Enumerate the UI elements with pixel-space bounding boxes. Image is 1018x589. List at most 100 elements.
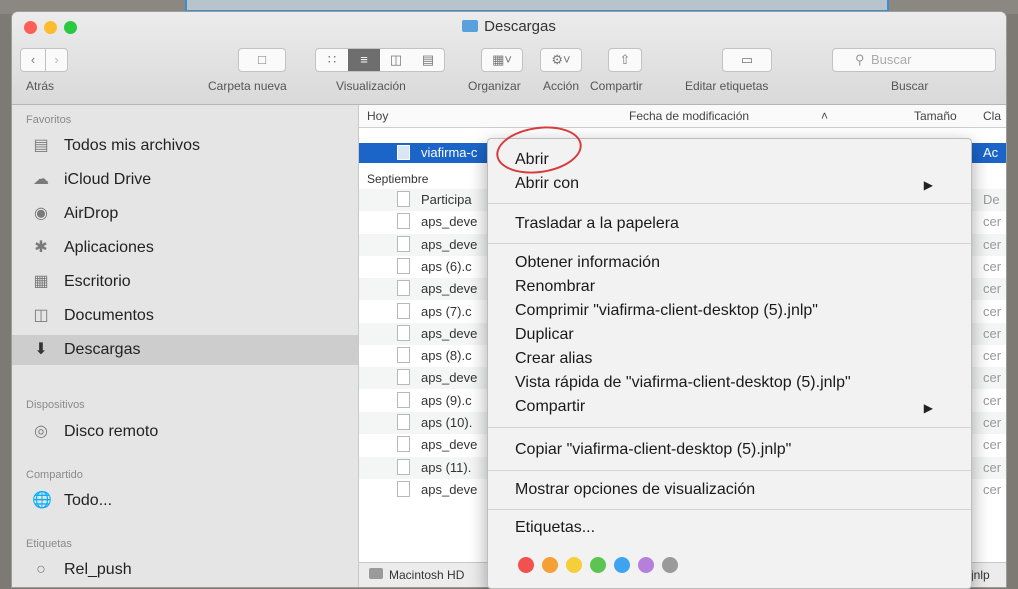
share-button[interactable]: ⇧ <box>608 48 642 72</box>
menu-separator <box>488 427 971 428</box>
arrange-button[interactable]: ▦˅ <box>481 48 523 72</box>
icon-view-button[interactable]: ∷ <box>316 49 348 71</box>
tag-color-dot[interactable] <box>638 557 654 573</box>
sidebar-item-desktop[interactable]: ▦ Escritorio <box>12 267 358 297</box>
back-button[interactable]: ‹ <box>21 49 46 71</box>
back-forward-control: ‹ › <box>20 48 68 72</box>
file-name: aps (11). <box>421 459 472 475</box>
sidebar-item-remote-disc[interactable]: ◎ Disco remoto <box>12 417 358 447</box>
jnlp-file-icon <box>397 145 410 160</box>
menu-item-tags[interactable]: Etiquetas... <box>515 519 595 537</box>
window-title: Descargas <box>12 18 1006 35</box>
tag-color-dot[interactable] <box>518 557 534 573</box>
arrange-label: Organizar <box>468 79 521 93</box>
search-label: Buscar <box>891 79 929 93</box>
applications-icon: ✱ <box>34 239 48 256</box>
action-button[interactable]: ⚙˅ <box>540 48 582 72</box>
menu-separator <box>488 243 971 244</box>
action-label: Acción <box>543 79 580 93</box>
column-name[interactable]: Hoy <box>367 109 388 123</box>
view-label: Visualización <box>336 79 406 93</box>
file-name: aps (10). <box>421 415 473 430</box>
menu-item-duplicate[interactable]: Duplicar <box>515 326 574 344</box>
sidebar-item-applications[interactable]: ✱ Aplicaciones <box>12 233 358 263</box>
menu-item-move-to-trash[interactable]: Trasladar a la papelera <box>515 215 679 233</box>
file-kind: cer <box>983 459 1002 475</box>
sidebar-item-shared-all[interactable]: 🌐 Todo... <box>12 486 358 516</box>
menu-item-quick-look[interactable]: Vista rápida de "viafirma-client-desktop… <box>515 374 851 392</box>
menu-item-view-options[interactable]: Mostrar opciones de visualización <box>515 481 755 499</box>
file-kind: cer <box>983 214 1002 230</box>
column-date[interactable]: Fecha de modificación <box>629 109 749 123</box>
new-folder-label: Carpeta nueva <box>208 79 287 93</box>
sidebar-item-all-files[interactable]: ▤ Todos mis archivos <box>12 131 358 161</box>
file-kind: cer <box>983 415 1002 430</box>
tag-icon: ▭ <box>740 52 754 67</box>
document-icon <box>397 436 410 453</box>
file-name: aps (7).c <box>421 303 472 319</box>
tags-header: Etiquetas <box>26 538 72 550</box>
file-name: aps_deve <box>421 281 478 297</box>
tag-color-dot[interactable] <box>662 557 678 573</box>
document-icon <box>397 191 410 207</box>
file-kind: cer <box>983 281 1002 297</box>
sidebar: Favoritos ▤ Todos mis archivos ☁ iCloud Dr… <box>12 105 359 587</box>
tag-circle-icon: ○ <box>36 561 46 578</box>
tag-color-dot[interactable] <box>590 557 606 573</box>
file-kind: cer <box>983 370 1002 386</box>
sort-chevron-icon: ˄ <box>821 109 829 123</box>
sidebar-item-airdrop[interactable]: ◉ AirDrop <box>12 199 358 229</box>
sidebar-item-documents[interactable]: ◫ Documentos <box>12 301 358 331</box>
menu-item-make-alias[interactable]: Crear alias <box>515 350 592 368</box>
tag-color-dot[interactable] <box>542 557 558 573</box>
menu-separator <box>488 203 971 204</box>
context-menu: Abrir Abrir con ▶ Trasladar a la papeler… <box>487 138 972 589</box>
disc-icon: ◎ <box>34 423 48 440</box>
gear-icon: ⚙˅ <box>551 52 571 67</box>
sidebar-item-tag-rel-push[interactable]: ○ Rel_push <box>12 555 358 585</box>
search-field[interactable]: ⚲ Buscar <box>832 48 996 72</box>
cover-flow-button[interactable]: ▤ <box>412 49 444 71</box>
document-icon <box>397 369 410 386</box>
sidebar-item-label: Aplicaciones <box>64 239 154 256</box>
edit-tags-label: Editar etiquetas <box>685 79 769 93</box>
tag-color-dot[interactable] <box>614 557 630 573</box>
sidebar-item-label: Disco remoto <box>64 423 159 440</box>
sidebar-item-label: Descargas <box>64 341 141 358</box>
cloud-icon: ☁ <box>33 171 49 188</box>
sidebar-item-label: AirDrop <box>64 205 119 222</box>
shared-header: Compartido <box>26 469 83 481</box>
file-name: aps_deve <box>421 325 478 341</box>
airdrop-icon: ◉ <box>34 205 48 222</box>
edit-tags-button[interactable]: ▭ <box>722 48 772 72</box>
file-name: aps_deve <box>421 481 478 497</box>
path-bar-drive[interactable]: Macintosh HD <box>389 568 464 582</box>
sidebar-item-label: Rel_push <box>64 561 132 578</box>
forward-button[interactable]: › <box>45 49 68 71</box>
column-kind[interactable]: Cla <box>983 109 1001 123</box>
column-view-button[interactable]: ◫ <box>380 49 412 71</box>
list-view-button[interactable]: ≡ <box>348 49 380 71</box>
menu-item-copy[interactable]: Copiar "viafirma-client-desktop (5).jnlp… <box>515 441 791 459</box>
view-segmented-control: ∷ ≡ ◫ ▤ <box>315 48 445 72</box>
tag-color-dot[interactable] <box>566 557 582 573</box>
search-icon: ⚲ <box>855 52 865 67</box>
new-folder-button[interactable]: □ <box>238 48 286 72</box>
arrange-icon: ▦˅ <box>492 52 512 67</box>
document-icon <box>397 391 410 408</box>
menu-item-rename[interactable]: Renombrar <box>515 278 595 296</box>
file-kind: cer <box>983 348 1002 364</box>
sidebar-item-downloads[interactable]: ⬇ Descargas <box>12 335 358 365</box>
menu-item-compress[interactable]: Comprimir "viafirma-client-desktop (5).j… <box>515 302 818 320</box>
file-name: aps_deve <box>421 214 478 230</box>
toolbar: Descargas ‹ › Atrás □ Carpeta nueva ∷ ≡ … <box>12 12 1006 105</box>
document-icon <box>397 302 410 319</box>
file-kind: cer <box>983 437 1002 453</box>
menu-item-get-info[interactable]: Obtener información <box>515 254 660 272</box>
menu-separator <box>488 509 971 510</box>
menu-item-share[interactable]: Compartir <box>515 398 585 416</box>
column-size[interactable]: Tamaño <box>914 109 957 123</box>
menu-item-open-with[interactable]: Abrir con <box>515 175 579 193</box>
document-icon <box>397 235 410 252</box>
sidebar-item-icloud[interactable]: ☁ iCloud Drive <box>12 165 358 195</box>
